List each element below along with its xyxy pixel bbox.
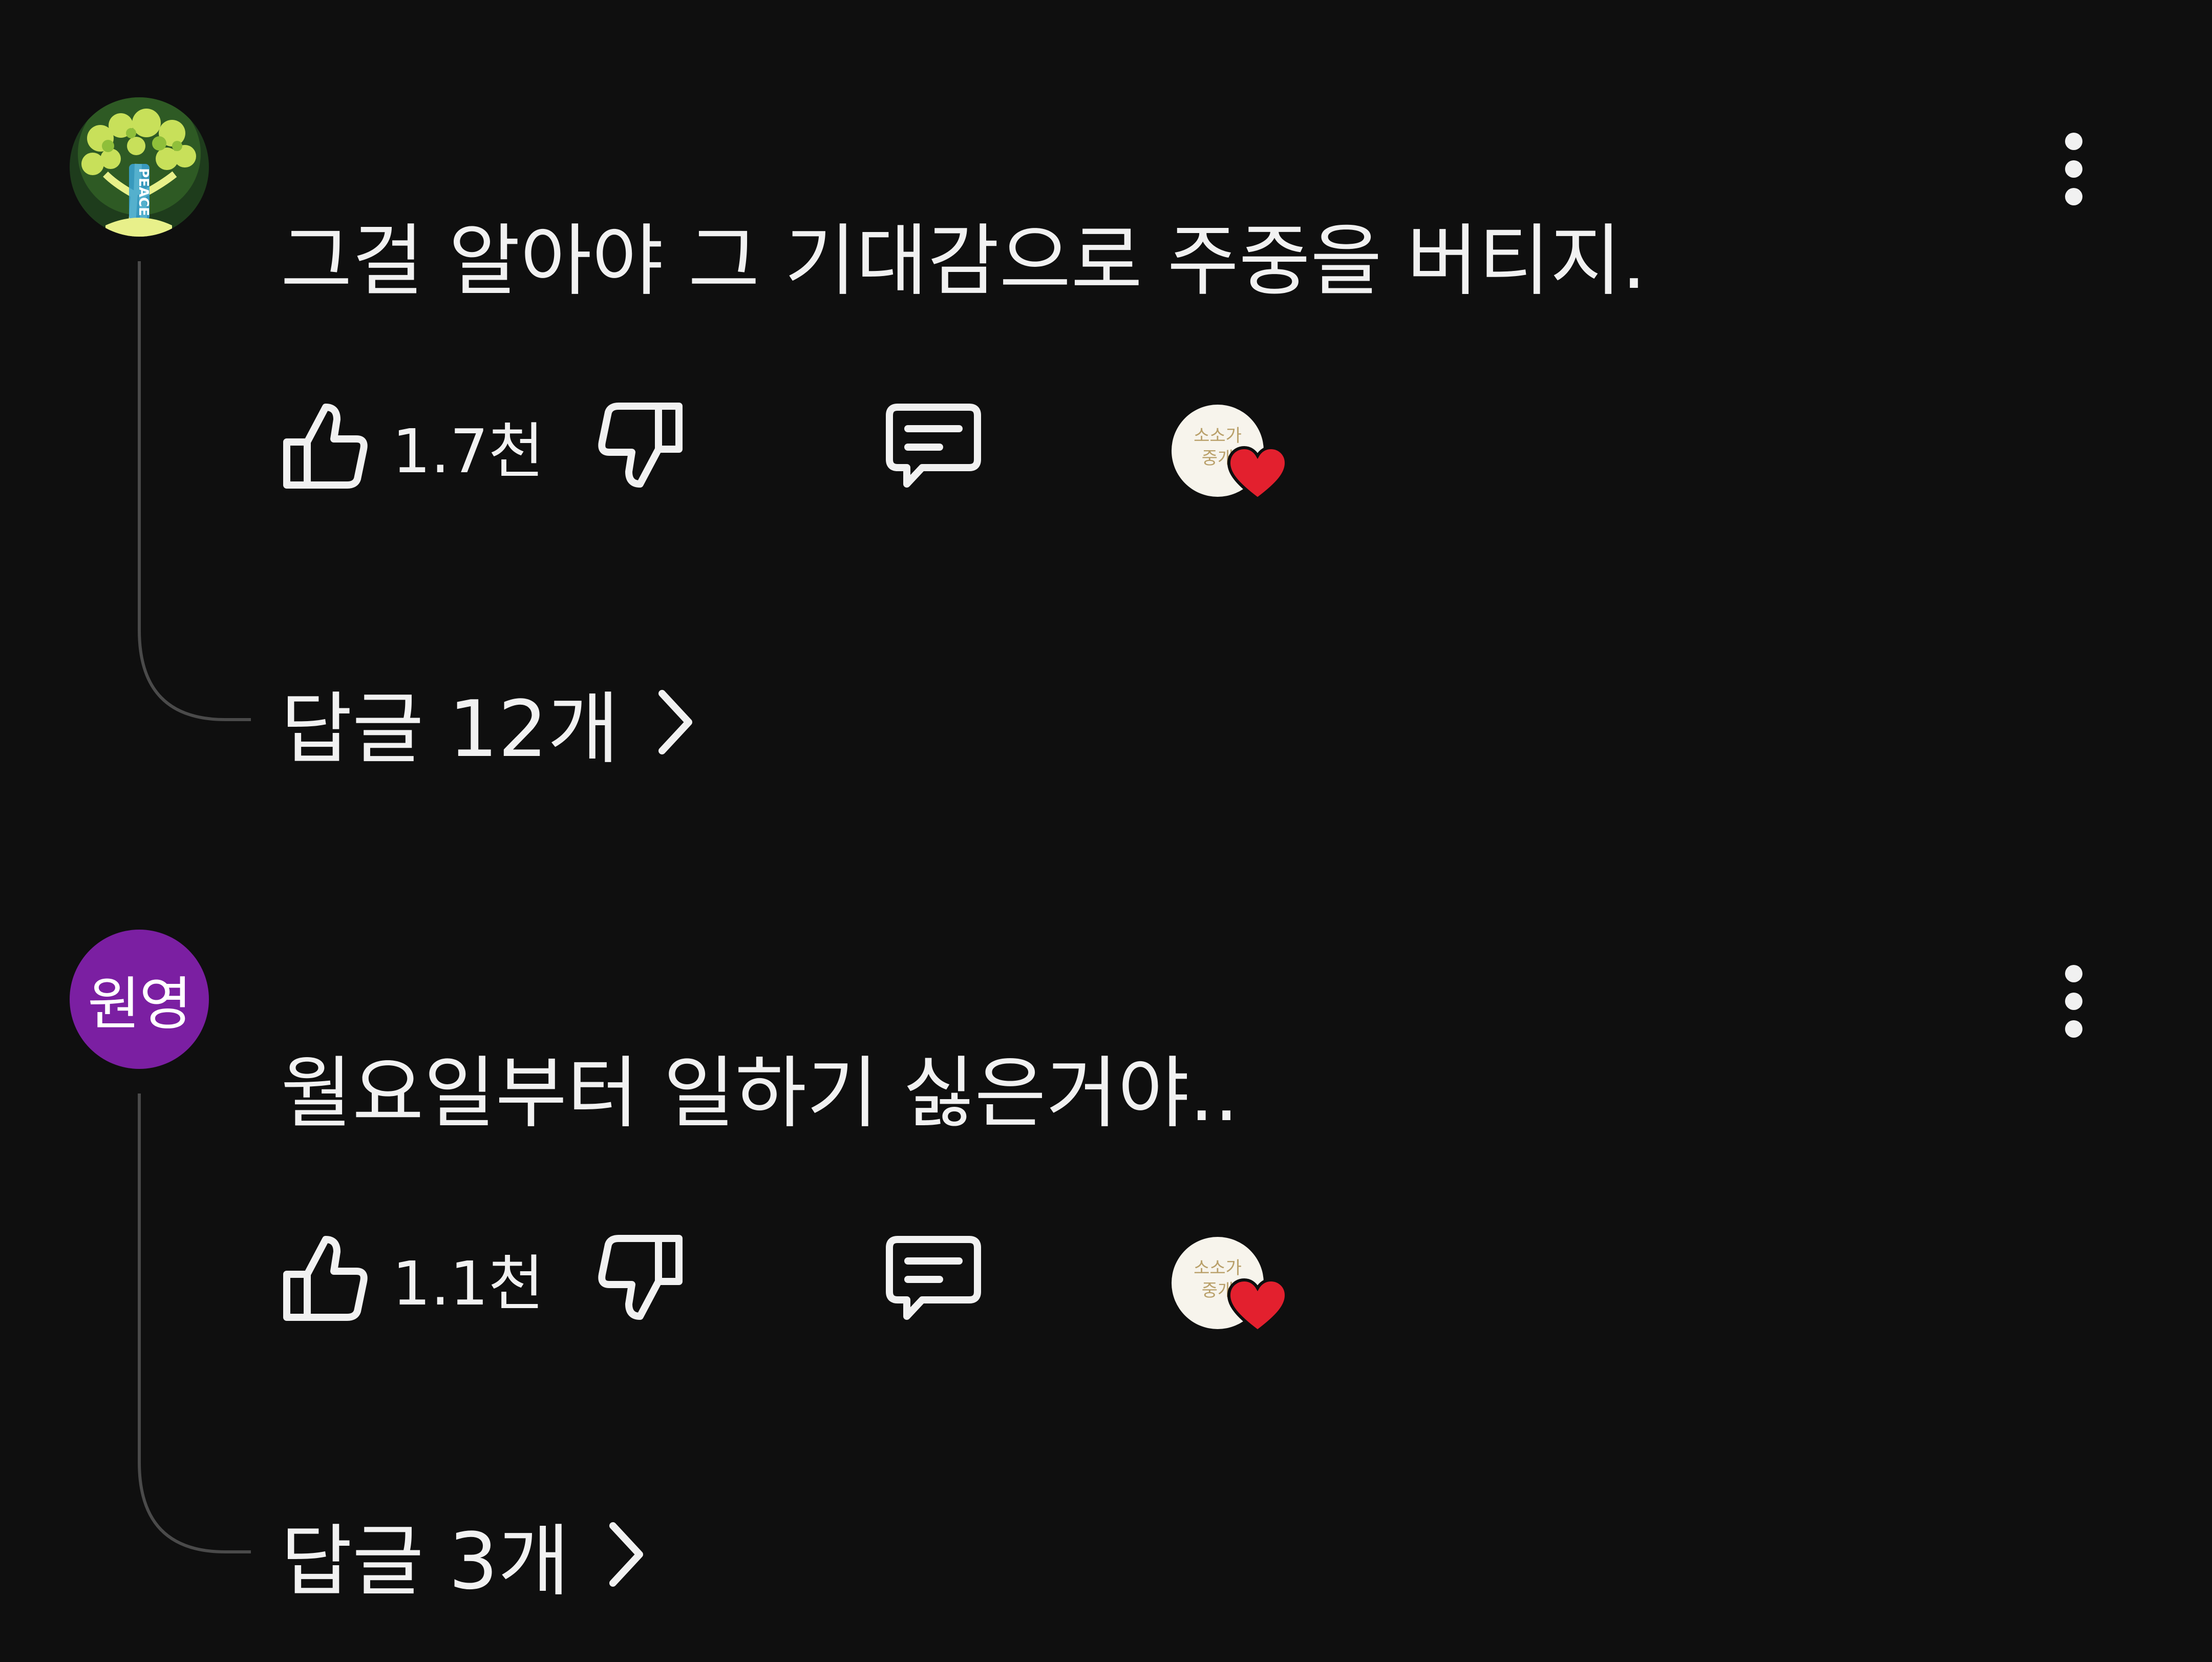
dislike-button[interactable] [598, 394, 685, 497]
like-button[interactable]: 1.1천 [281, 1227, 544, 1329]
creator-avatar-text: 소소가 [1194, 1258, 1242, 1278]
creator-avatar-text: 소소가 [1194, 426, 1242, 446]
comment-text: 그걸 알아야 그 기대감으로 주중을 버티지. [281, 216, 1647, 306]
avatar-label: PEACE [136, 168, 151, 216]
avatar-initials: 원영 [87, 971, 192, 1038]
heart-icon [1227, 1278, 1288, 1333]
chevron-right-icon [609, 1522, 643, 1587]
avatar[interactable]: 원영 [70, 930, 209, 1069]
view-replies-button[interactable]: 답글 12개 [281, 671, 696, 774]
thumbs-up-icon [283, 404, 368, 489]
thumbs-up-icon [283, 1236, 368, 1321]
like-count: 1.7천 [392, 415, 544, 487]
reply-comment-icon [886, 1236, 981, 1320]
more-vertical-icon-dot [2065, 1020, 2082, 1038]
reply-comment-icon [886, 404, 981, 488]
comment-thread: 원영 월요일부터 일하기 싫은거야.. 1.1천 소소가 중개 답글 3개 [0, 832, 2212, 1662]
more-options-button[interactable] [2043, 955, 2104, 1047]
reply-button[interactable] [882, 394, 985, 497]
dislike-button[interactable] [598, 1227, 685, 1329]
more-vertical-icon-dot [2065, 160, 2082, 178]
avatar[interactable]: PEACE [70, 97, 209, 237]
more-vertical-icon [2065, 965, 2082, 982]
reply-button[interactable] [882, 1227, 985, 1329]
chevron-right-icon [658, 690, 693, 754]
like-button[interactable]: 1.7천 [281, 394, 544, 497]
view-replies-button[interactable]: 답글 3개 [281, 1503, 647, 1607]
comment-thread: PEACE 그걸 알아야 그 기대감으로 주중을 버티지. 1.7천 소소가 중… [0, 0, 2212, 830]
replies-count-label: 답글 3개 [281, 1516, 570, 1607]
tree-peace-avatar-icon: PEACE [70, 97, 209, 237]
comment-action-bar: 1.7천 소소가 중개 [281, 394, 1407, 501]
comment-text: 월요일부터 일하기 싫은거야.. [281, 1048, 1239, 1139]
thumbs-down-icon [598, 1235, 683, 1320]
more-options-button[interactable] [2043, 123, 2104, 215]
comment-action-bar: 1.1천 소소가 중개 [281, 1227, 1407, 1333]
creator-heart-badge: 소소가 중개 [1172, 1227, 1289, 1333]
heart-icon [1227, 446, 1288, 501]
like-count: 1.1천 [392, 1248, 544, 1319]
creator-heart-badge: 소소가 중개 [1172, 394, 1289, 501]
more-vertical-icon-dot [2065, 188, 2082, 205]
more-vertical-icon-dot [2065, 993, 2082, 1010]
thumbs-down-icon [598, 403, 683, 488]
more-vertical-icon [2065, 133, 2082, 150]
replies-count-label: 답글 12개 [281, 684, 620, 774]
